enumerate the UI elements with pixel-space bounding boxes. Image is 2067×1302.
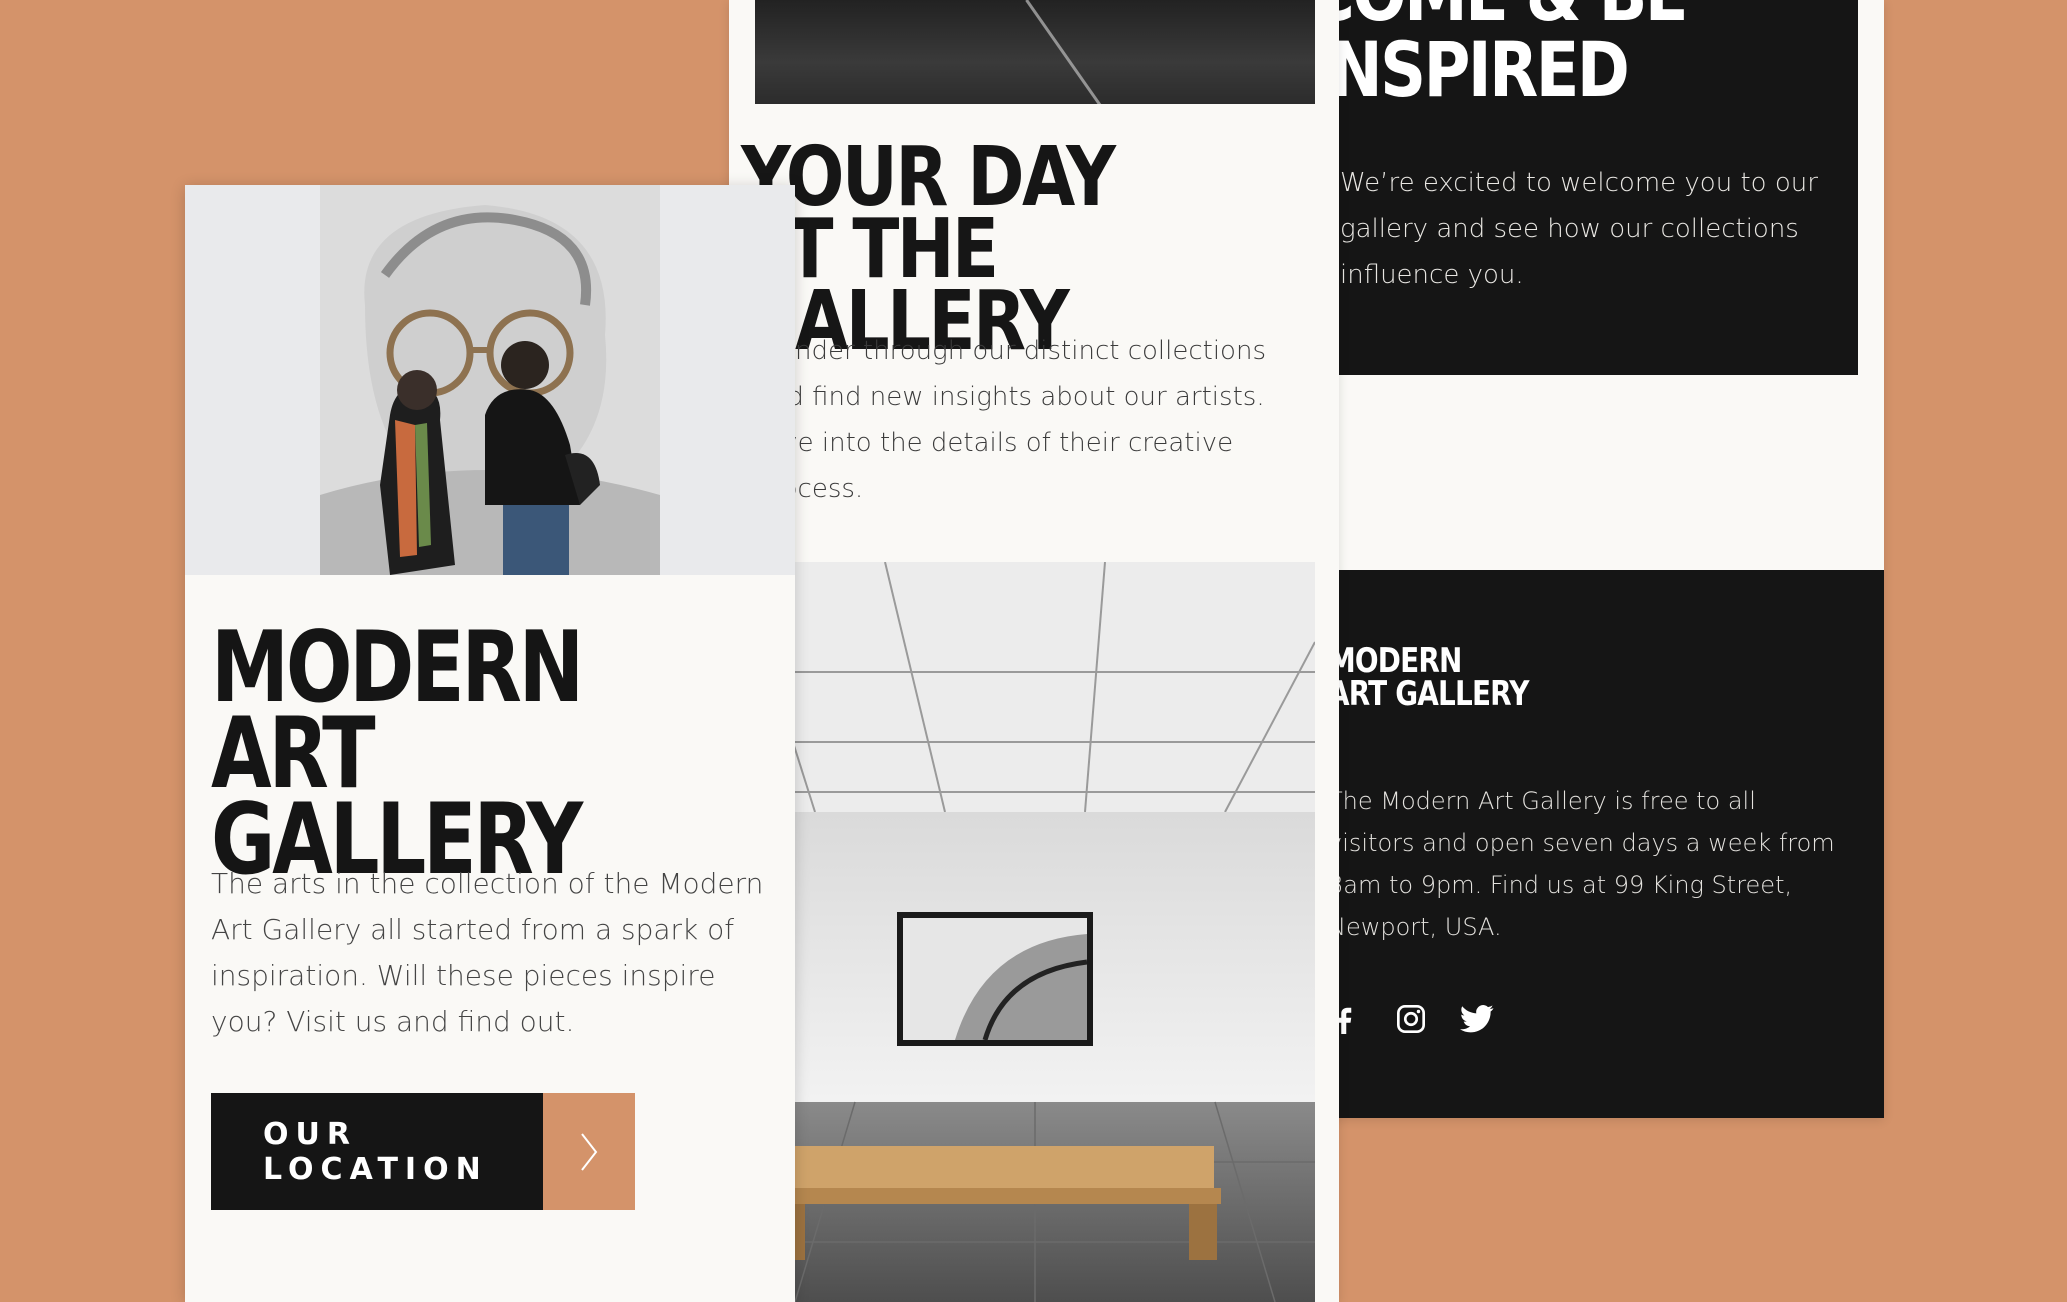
footer: MODERN ART GALLERY The Modern Art Galler…	[1308, 570, 1884, 1118]
day-heading: YOUR DAY AT THE GALLERY	[741, 130, 1116, 369]
floor-line	[1025, 0, 1114, 104]
footer-logo[interactable]: MODERN ART GALLERY	[1328, 644, 1529, 711]
welcome-panel: COME & BE INSPIRED We’re excited to welc…	[1308, 0, 1858, 375]
our-location-button[interactable]: OUR LOCATION	[211, 1093, 635, 1210]
our-location-label: OUR LOCATION	[211, 1093, 543, 1210]
social-links	[1328, 1002, 1494, 1036]
mobile-screen-left: MODERN ART GALLERY The arts in the colle…	[185, 185, 795, 1302]
day-text: Wander through our distinct collections …	[755, 336, 1266, 504]
mobile-screen-middle: YOUR DAY AT THE GALLERY Wander through o…	[729, 0, 1339, 1302]
mobile-screen-right: COME & BE INSPIRED We’re excited to welc…	[1308, 0, 1884, 1118]
gallery-photo-top	[755, 0, 1315, 104]
footer-text: The Modern Art Gallery is free to all vi…	[1328, 787, 1835, 941]
twitter-icon[interactable]	[1460, 1002, 1494, 1036]
welcome-heading: COME & BE INSPIRED	[1308, 0, 1688, 114]
welcome-text: We’re excited to welcome you to our gall…	[1340, 168, 1818, 290]
hero-photo	[185, 185, 795, 575]
intro-text: The arts in the collection of the Modern…	[211, 867, 764, 1038]
page-title: MODERN ART GALLERY	[211, 611, 584, 897]
gallery-room-photo	[755, 562, 1315, 1302]
chevron-right-icon	[543, 1093, 635, 1210]
instagram-icon[interactable]	[1394, 1002, 1428, 1036]
